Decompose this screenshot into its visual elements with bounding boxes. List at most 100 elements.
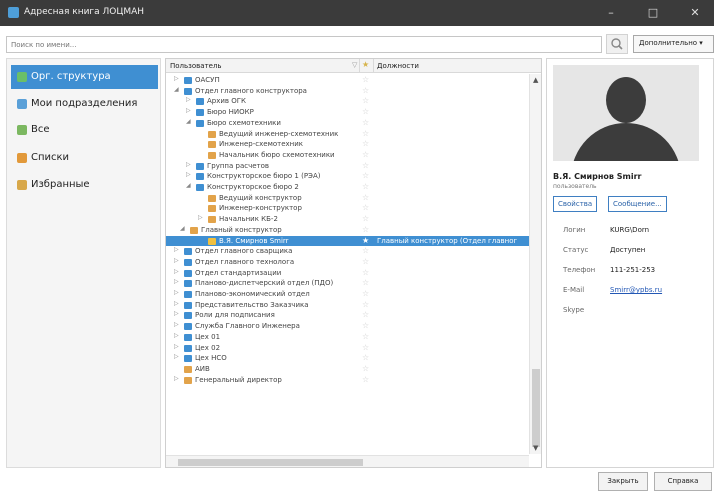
tree-row[interactable]: Инженер-конструктор ☆ xyxy=(166,203,529,214)
favorite-star-icon[interactable]: ★ xyxy=(362,236,369,245)
column-header-user[interactable]: Пользователь xyxy=(170,62,222,70)
expand-icon[interactable]: ▷ xyxy=(174,300,179,307)
tree-row[interactable]: ▷ Цех 01 ☆ xyxy=(166,332,529,343)
expand-icon[interactable]: ▷ xyxy=(186,171,191,178)
expand-icon[interactable]: ▷ xyxy=(174,353,179,360)
collapse-icon[interactable]: ◢ xyxy=(180,225,185,232)
sidebar-item-my-departments[interactable]: Мои подразделения xyxy=(11,92,158,116)
expand-icon[interactable]: ▷ xyxy=(174,321,179,328)
favorite-star-icon[interactable]: ☆ xyxy=(362,214,369,223)
tree-row[interactable]: ▷ Отдел стандартизации ☆ xyxy=(166,268,529,279)
tree-row[interactable]: ▷ Планово-диспетчерский отдел (ПДО) ☆ xyxy=(166,278,529,289)
tree-row[interactable]: ▷ Роли для подписания ☆ xyxy=(166,310,529,321)
expand-icon[interactable]: ▷ xyxy=(174,278,179,285)
tree-row[interactable]: ◢ Отдел главного конструктора ☆ xyxy=(166,86,529,97)
email-link[interactable]: Smirr@ypbs.ru xyxy=(610,286,662,294)
collapse-icon[interactable]: ◢ xyxy=(174,86,179,93)
tree-row[interactable]: Ведущий конструктор ☆ xyxy=(166,193,529,204)
advanced-search-button[interactable]: Дополнительно ▾ xyxy=(633,35,714,53)
favorite-star-icon[interactable]: ☆ xyxy=(362,353,369,362)
close-dialog-button[interactable]: Закрыть xyxy=(598,472,648,491)
minimize-button[interactable]: – xyxy=(600,4,622,22)
tree-row[interactable]: ▷ Представительство Заказчика ☆ xyxy=(166,300,529,311)
sidebar-item-favorites[interactable]: Избранные xyxy=(11,173,158,197)
expand-icon[interactable]: ▷ xyxy=(174,343,179,350)
sidebar-item-org-structure[interactable]: Орг. структура xyxy=(11,65,158,89)
tree-row[interactable]: АИВ ☆ xyxy=(166,364,529,375)
expand-icon[interactable]: ▷ xyxy=(186,107,191,114)
tree-row[interactable]: ▷ Служба Главного Инженера ☆ xyxy=(166,321,529,332)
tree-row[interactable]: ▷ Бюро НИОКР ☆ xyxy=(166,107,529,118)
favorite-star-icon[interactable]: ☆ xyxy=(362,278,369,287)
scrollbar-thumb[interactable] xyxy=(178,459,363,466)
expand-icon[interactable]: ▷ xyxy=(198,214,203,221)
favorite-star-icon[interactable]: ☆ xyxy=(362,321,369,330)
expand-icon[interactable]: ▷ xyxy=(174,310,179,317)
tree-row[interactable]: Инженер-схемотехник ☆ xyxy=(166,139,529,150)
filter-icon[interactable]: ▽ xyxy=(352,61,357,69)
tree-row[interactable]: ▷ Группа расчетов ☆ xyxy=(166,161,529,172)
favorite-star-icon[interactable]: ☆ xyxy=(362,182,369,191)
tree-row[interactable]: ▷ Генеральный директор ☆ xyxy=(166,375,529,386)
search-input[interactable] xyxy=(6,36,602,53)
tree-row[interactable]: ▷ Конструкторское бюро 1 (РЭА) ☆ xyxy=(166,171,529,182)
favorite-star-icon[interactable]: ☆ xyxy=(362,225,369,234)
expand-icon[interactable]: ▷ xyxy=(186,96,191,103)
expand-icon[interactable]: ▷ xyxy=(186,161,191,168)
tree-row[interactable]: ◢ Бюро схемотехники ☆ xyxy=(166,118,529,129)
favorite-star-icon[interactable]: ☆ xyxy=(362,129,369,138)
favorite-star-icon[interactable]: ☆ xyxy=(362,161,369,170)
tree-row[interactable]: ▷ Отдел главного сварщика ☆ xyxy=(166,246,529,257)
tree-row-selected[interactable]: В.Я. Смирнов Smirr ★ Главный конструктор (… xyxy=(166,235,529,247)
favorite-star-icon[interactable]: ☆ xyxy=(362,375,369,384)
favorite-star-icon[interactable]: ☆ xyxy=(362,118,369,127)
sidebar-item-all[interactable]: Все xyxy=(11,118,158,142)
favorite-star-icon[interactable]: ☆ xyxy=(362,86,369,95)
favorite-star-icon[interactable]: ☆ xyxy=(362,257,369,266)
favorite-star-icon[interactable]: ☆ xyxy=(362,203,369,212)
favorite-star-icon[interactable]: ☆ xyxy=(362,171,369,180)
expand-icon[interactable]: ▷ xyxy=(174,289,179,296)
tree-row[interactable]: ▷ Цех НСО ☆ xyxy=(166,353,529,364)
favorite-star-icon[interactable]: ☆ xyxy=(362,107,369,116)
favorite-star-icon[interactable]: ☆ xyxy=(362,246,369,255)
message-button[interactable]: Сообщение... xyxy=(608,196,667,212)
favorite-star-icon[interactable]: ☆ xyxy=(362,310,369,319)
tree-row[interactable]: ◢ Главный конструктор ☆ xyxy=(166,225,529,236)
close-button[interactable]: ✕ xyxy=(684,4,706,22)
column-header-position[interactable]: Должности xyxy=(377,62,419,70)
favorite-star-icon[interactable]: ☆ xyxy=(362,289,369,298)
favorite-star-icon[interactable]: ☆ xyxy=(362,96,369,105)
tree-row[interactable]: ▷ Планово-экономический отдел ☆ xyxy=(166,289,529,300)
tree-row[interactable]: Ведущий инженер-схемотехник ☆ xyxy=(166,129,529,140)
scroll-down-icon[interactable]: ▼ xyxy=(533,444,538,452)
favorite-star-icon[interactable]: ☆ xyxy=(362,364,369,373)
favorite-star-icon[interactable]: ☆ xyxy=(362,150,369,159)
sidebar-item-lists[interactable]: Списки xyxy=(11,146,158,170)
maximize-button[interactable]: □ xyxy=(642,4,664,22)
scroll-up-icon[interactable]: ▲ xyxy=(533,76,538,84)
tree-row[interactable]: ◢ Конструкторское бюро 2 ☆ xyxy=(166,182,529,193)
collapse-icon[interactable]: ◢ xyxy=(186,118,191,125)
search-button[interactable] xyxy=(606,34,628,54)
favorite-star-icon[interactable]: ☆ xyxy=(362,139,369,148)
expand-icon[interactable]: ▷ xyxy=(174,332,179,339)
tree-row[interactable]: ▷ Отдел главного технолога ☆ xyxy=(166,257,529,268)
expand-icon[interactable]: ▷ xyxy=(174,268,179,275)
expand-icon[interactable]: ▷ xyxy=(174,375,179,382)
tree-row[interactable]: ▷ Цех 02 ☆ xyxy=(166,343,529,354)
scrollbar-thumb[interactable] xyxy=(532,369,540,447)
expand-icon[interactable]: ▷ xyxy=(174,246,179,253)
vertical-scrollbar[interactable]: ▲ ▼ xyxy=(529,74,541,454)
favorite-star-icon[interactable]: ☆ xyxy=(362,75,369,84)
favorite-star-icon[interactable]: ☆ xyxy=(362,332,369,341)
help-button[interactable]: Справка xyxy=(654,472,712,491)
tree-row[interactable]: ▷ ОАСУП ☆ xyxy=(166,75,529,86)
favorite-star-icon[interactable]: ☆ xyxy=(362,193,369,202)
tree-row[interactable]: ▷ Начальник КБ-2 ☆ xyxy=(166,214,529,225)
properties-button[interactable]: Свойства xyxy=(553,196,598,212)
tree-row[interactable]: Начальник бюро схемотехники ☆ xyxy=(166,150,529,161)
expand-icon[interactable]: ▷ xyxy=(174,257,179,264)
favorite-star-icon[interactable]: ☆ xyxy=(362,343,369,352)
expand-icon[interactable]: ▷ xyxy=(174,75,179,82)
